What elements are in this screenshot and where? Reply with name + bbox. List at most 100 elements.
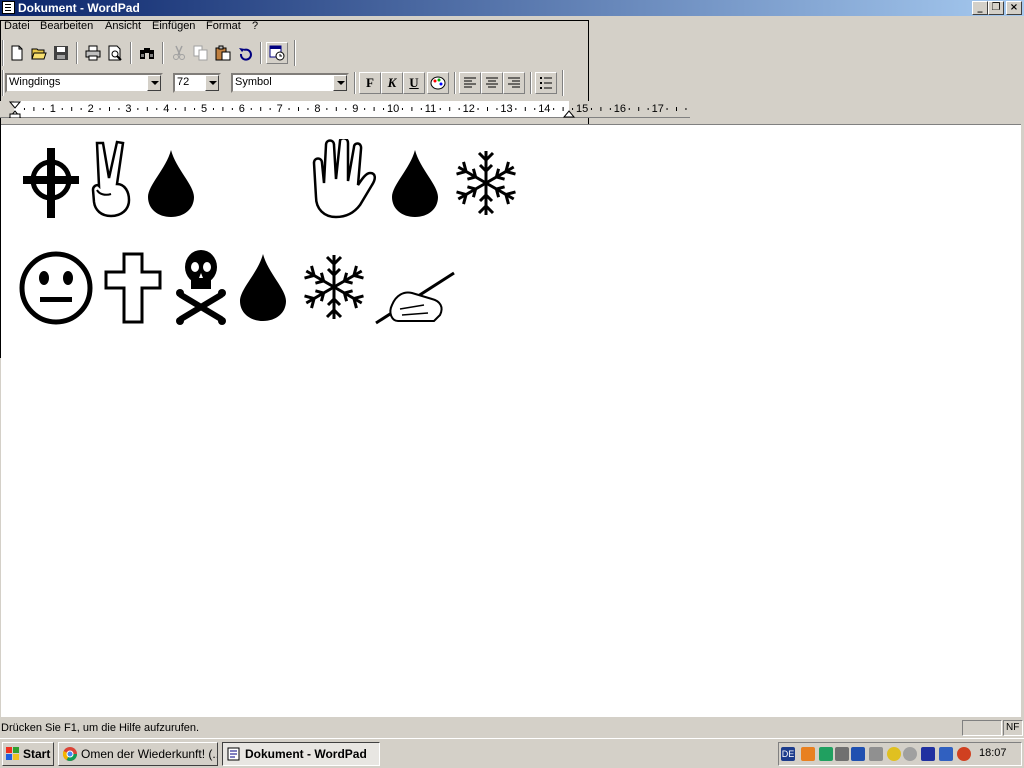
ruler-number: 9 [352, 103, 359, 115]
toolbar-separator [76, 42, 78, 64]
clock[interactable]: 18:07 [979, 747, 1007, 759]
align-center-icon [486, 77, 498, 88]
undo-button[interactable] [234, 42, 256, 64]
font-size-select[interactable]: 72 [173, 73, 221, 93]
ruler[interactable]: 1 2 3 4 5 6 7 8 9 10 11 12 13 14 15 16 17 [0, 101, 690, 118]
ruler-number: 6 [238, 103, 245, 115]
taskbar: Start Omen der Wiederkunft! (... Dokumen… [0, 738, 1024, 768]
save-disk-icon [54, 46, 68, 60]
font-size-value: 72 [177, 76, 190, 88]
tray-printer-icon[interactable] [835, 747, 849, 761]
tray-network-icon[interactable] [851, 747, 865, 761]
toolbar-end-separator [562, 70, 564, 96]
close-button[interactable]: × [1006, 1, 1022, 15]
task-wordpad-label: Dokument - WordPad [245, 747, 367, 761]
open-hand-glyph [312, 139, 376, 219]
latin-cross-glyph [104, 252, 162, 324]
system-tray: DE 18:07 [778, 742, 1022, 766]
printer-icon [85, 45, 101, 61]
ruler-number: 1 [49, 103, 56, 115]
toolbar-separator [354, 72, 356, 94]
chevron-down-icon[interactable] [205, 75, 219, 91]
paste-clipboard-icon [215, 45, 231, 61]
font-name-value: Wingdings [9, 76, 61, 88]
print-preview-icon [108, 45, 122, 61]
save-button[interactable] [50, 42, 72, 64]
underline-button[interactable]: U [403, 72, 425, 94]
find-button[interactable] [136, 42, 158, 64]
tray-app-icon[interactable] [819, 747, 833, 761]
restore-button[interactable]: ❐ [988, 1, 1004, 15]
chrome-icon [63, 747, 77, 761]
snowflake-glyph [453, 151, 519, 217]
neutral-face-glyph [19, 251, 93, 325]
align-right-button[interactable] [503, 72, 525, 94]
align-center-button[interactable] [481, 72, 503, 94]
tray-app-icon[interactable] [801, 747, 815, 761]
scissors-icon [173, 45, 185, 60]
open-folder-icon [31, 48, 47, 60]
toolbar-grip[interactable] [2, 40, 4, 66]
insert-date-time-button[interactable] [266, 42, 288, 64]
ruler-number: 14 [538, 103, 551, 115]
ruler-number: 5 [201, 103, 208, 115]
paste-button[interactable] [212, 42, 234, 64]
wordpad-icon[interactable] [2, 1, 15, 14]
minimize-button[interactable]: _ [972, 1, 988, 15]
cut-button[interactable] [168, 42, 190, 64]
calendar-clock-icon [269, 45, 285, 61]
language-indicator[interactable]: DE [781, 747, 795, 761]
window-title: Dokument - WordPad [18, 1, 140, 15]
new-document-button[interactable] [6, 42, 28, 64]
tray-app-icon[interactable] [939, 747, 953, 761]
snowflake-glyph [301, 253, 367, 321]
droplet-glyph [148, 150, 194, 217]
task-browser-label: Omen der Wiederkunft! (... [81, 747, 218, 761]
droplet-glyph [240, 254, 286, 321]
start-label: Start [23, 747, 51, 761]
ruler-number: 17 [651, 103, 664, 115]
start-button[interactable]: Start [2, 742, 54, 766]
task-browser[interactable]: Omen der Wiederkunft! (... [58, 742, 218, 766]
toolbar-separator [454, 72, 456, 94]
bold-button[interactable]: F [359, 72, 381, 94]
toolbar-separator [130, 42, 132, 64]
ruler-number: 11 [424, 103, 437, 115]
droplet-glyph [392, 150, 438, 217]
wordpad-icon [227, 747, 240, 761]
print-button[interactable] [82, 42, 104, 64]
writing-hand-glyph [375, 271, 455, 325]
align-left-icon [464, 77, 476, 88]
tray-app-icon[interactable] [903, 747, 917, 761]
copy-button[interactable] [190, 42, 212, 64]
bullets-button[interactable] [535, 72, 557, 94]
ruler-number: 3 [125, 103, 132, 115]
color-button[interactable] [427, 72, 449, 94]
toolbar-end-separator [294, 40, 296, 66]
tray-shield-icon[interactable] [887, 747, 901, 761]
status-help-text: Drücken Sie F1, um die Hilfe aufzurufen. [1, 722, 200, 734]
chevron-down-icon[interactable] [147, 75, 161, 91]
ruler-number: 10 [387, 103, 400, 115]
tray-gear-icon[interactable] [869, 747, 883, 761]
font-name-select[interactable]: Wingdings [5, 73, 163, 93]
title-bar[interactable]: Dokument - WordPad _ ❐ × [0, 0, 1024, 16]
formatbar-grip[interactable] [2, 70, 4, 96]
open-button[interactable] [28, 42, 50, 64]
toolbar-separator [530, 72, 532, 94]
align-left-button[interactable] [459, 72, 481, 94]
italic-button[interactable]: K [381, 72, 403, 94]
toolbar-separator [162, 42, 164, 64]
tray-app-icon[interactable] [957, 747, 971, 761]
print-preview-button[interactable] [104, 42, 126, 64]
chevron-down-icon[interactable] [333, 75, 347, 91]
document-area[interactable] [1, 124, 1021, 717]
task-wordpad[interactable]: Dokument - WordPad [222, 742, 380, 766]
script-select[interactable]: Symbol [231, 73, 349, 93]
undo-arrow-icon [239, 48, 252, 61]
tray-monitor-icon[interactable] [921, 747, 935, 761]
binoculars-icon [140, 48, 154, 59]
script-value: Symbol [235, 76, 272, 88]
new-document-icon [11, 45, 23, 61]
ruler-number: 12 [462, 103, 475, 115]
